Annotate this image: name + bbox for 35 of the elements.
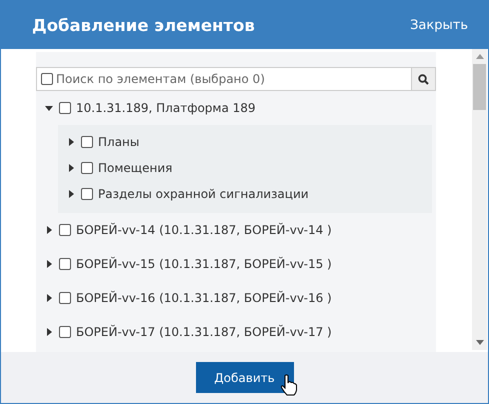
tree-checkbox[interactable] (59, 292, 71, 304)
scroll-thumb[interactable] (473, 64, 486, 110)
tree-checkbox[interactable] (81, 162, 93, 174)
tree-checkbox[interactable] (59, 224, 71, 236)
expand-caret-icon[interactable] (45, 328, 53, 336)
tree-item-label[interactable]: БОРЕЙ-vv-17 (10.1.31.187, БОРЕЙ-vv-17 ) (76, 325, 332, 339)
select-all-checkbox[interactable] (41, 73, 53, 85)
expand-caret-icon[interactable] (45, 294, 53, 302)
tree-item-label[interactable]: БОРЕЙ-vv-14 (10.1.31.187, БОРЕЙ-vv-14 ) (76, 223, 332, 237)
scroll-down-icon[interactable] (476, 340, 484, 345)
dialog-title: Добавление элементов (32, 16, 255, 34)
expand-caret-icon[interactable] (67, 164, 75, 172)
tree-checkbox[interactable] (81, 136, 93, 148)
tree-item-label[interactable]: БОРЕЙ-vv-16 (10.1.31.187, БОРЕЙ-vv-16 ) (76, 291, 332, 305)
expand-caret-icon[interactable] (45, 226, 53, 234)
close-link[interactable]: Закрыть (410, 18, 468, 32)
search-icon (418, 74, 429, 84)
tree-item-label[interactable]: 10.1.31.189, Платформа 189 (76, 101, 256, 115)
tree-item-label[interactable]: Разделы охранной сигнализации (98, 187, 309, 201)
tree-checkbox[interactable] (59, 326, 71, 338)
tree-checkbox[interactable] (81, 188, 93, 200)
scrollbar[interactable] (472, 49, 487, 350)
hand-cursor-icon (280, 374, 298, 396)
tree-item-label[interactable]: Помещения (98, 161, 172, 175)
tree-checkbox[interactable] (59, 258, 71, 270)
search-field[interactable]: Поиск по элементам (выбрано 0) (53, 67, 411, 91)
expand-caret-icon[interactable] (45, 260, 53, 268)
add-button[interactable]: Добавить (196, 362, 294, 393)
collapse-caret-icon[interactable] (45, 104, 53, 112)
tree-item-label[interactable]: БОРЕЙ-vv-15 (10.1.31.187, БОРЕЙ-vv-15 ) (76, 257, 332, 271)
expand-caret-icon[interactable] (67, 138, 75, 146)
tree-checkbox[interactable] (59, 102, 71, 114)
tree-item-label[interactable]: Планы (98, 135, 140, 149)
expand-caret-icon[interactable] (67, 190, 75, 198)
search-button[interactable] (411, 67, 436, 91)
